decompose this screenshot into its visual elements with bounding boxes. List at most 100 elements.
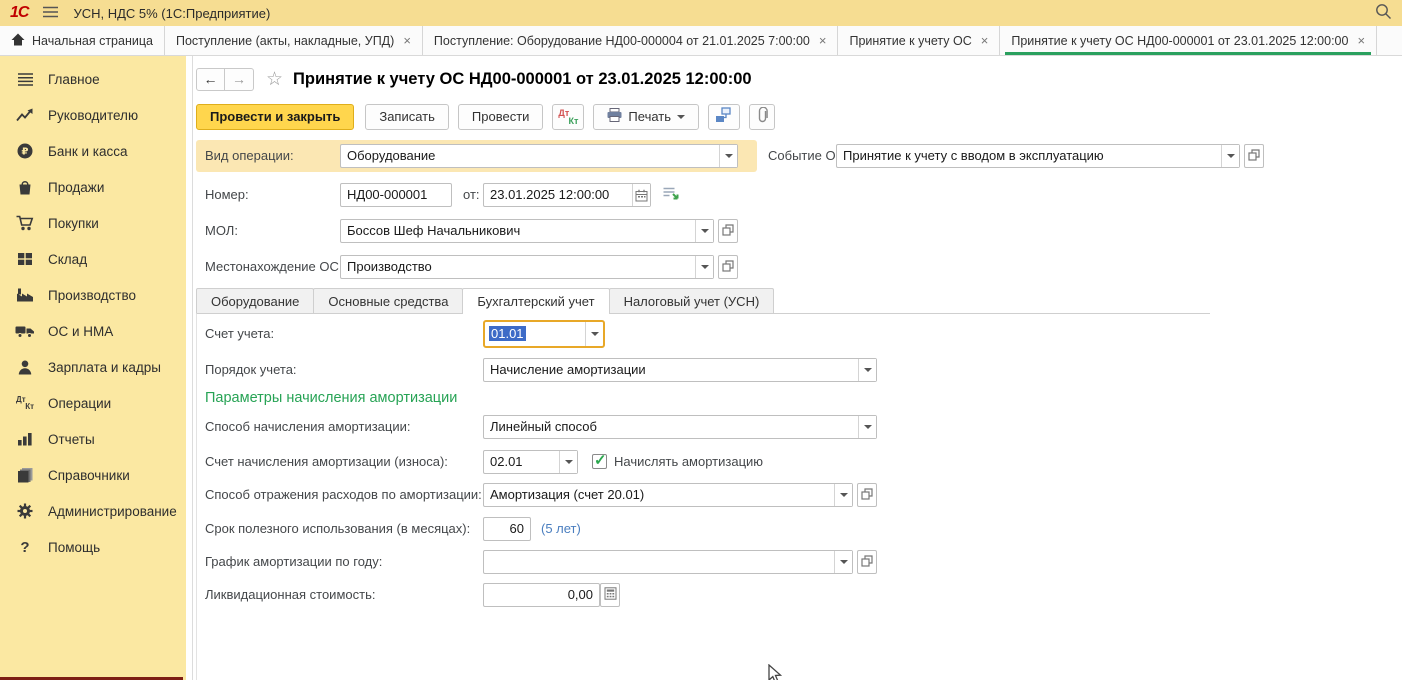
useful-life-hint: (5 лет) (541, 517, 581, 541)
dropdown-arrow-icon[interactable] (559, 451, 577, 473)
dropdown-arrow-icon[interactable] (834, 551, 852, 573)
operation-kind-combo[interactable]: Оборудование (340, 144, 738, 168)
close-icon[interactable]: × (1357, 33, 1365, 48)
dt-kt-icon: ДтКт (15, 395, 35, 411)
location-open-button[interactable] (718, 255, 738, 279)
sidebar-separator (192, 56, 193, 680)
close-icon[interactable]: × (819, 33, 827, 48)
tab-postuplenie-list[interactable]: Поступление (акты, накладные, УПД) × (165, 26, 423, 55)
sidebar-item-otchety[interactable]: Отчеты (0, 421, 186, 457)
os-event-open-button[interactable] (1244, 144, 1264, 168)
back-button[interactable]: ← (196, 68, 225, 91)
salvage-label: Ликвидационная стоимость: (205, 583, 375, 607)
expense-method-combo[interactable]: Амортизация (счет 20.01) (483, 483, 853, 507)
mouse-cursor (768, 664, 783, 680)
os-event-combo[interactable]: Принятие к учету с вводом в эксплуатацию (836, 144, 1240, 168)
sidebar-item-bank-kassa[interactable]: ₽ Банк и касса (0, 133, 186, 169)
tab-prinyatie-list[interactable]: Принятие к учету ОС × (838, 26, 1000, 55)
tab-buhgalterskiy-uchet[interactable]: Бухгалтерский учет (462, 288, 609, 314)
depreciation-section-title: Параметры начисления амортизации (205, 390, 457, 406)
tab-home[interactable]: Начальная страница (0, 26, 165, 55)
person-icon (15, 360, 35, 375)
salvage-calculator-button[interactable] (600, 583, 620, 607)
sidebar-item-os-nma[interactable]: ОС и НМА (0, 313, 186, 349)
sidebar-item-zarplata[interactable]: Зарплата и кадры (0, 349, 186, 385)
dt-kt-postings-button[interactable]: ДтКт (552, 104, 584, 130)
method-combo[interactable]: Линейный способ (483, 415, 877, 439)
account-value-selected: 01.01 (489, 326, 526, 341)
accrue-depreciation-checkbox[interactable]: ✓ (592, 454, 607, 469)
attachments-button[interactable] (749, 104, 775, 130)
main-menu-icon[interactable] (42, 6, 59, 21)
mol-combo[interactable]: Боссов Шеф Начальникович (340, 219, 714, 243)
dropdown-arrow-icon[interactable] (719, 145, 737, 167)
tab-label: Поступление: Оборудование НД00-000004 от… (434, 34, 810, 48)
sidebar-item-pomosch[interactable]: ? Помощь (0, 529, 186, 565)
truck-icon (15, 324, 35, 338)
sidebar-item-glavnoe[interactable]: Главное (0, 61, 186, 97)
tab-label: Начальная страница (32, 34, 153, 48)
tab-prinyatie-doc-active[interactable]: Принятие к учету ОС НД00-000001 от 23.01… (1000, 26, 1377, 55)
accrue-depreciation-label[interactable]: Начислять амортизацию (614, 454, 763, 469)
date-input[interactable]: 23.01.2025 12:00:00 (483, 183, 651, 207)
dropdown-arrow-icon[interactable] (695, 256, 713, 278)
tab-oborudovanie[interactable]: Оборудование (196, 288, 314, 314)
dropdown-arrow-icon[interactable] (858, 416, 876, 438)
account-combo[interactable]: 01.01 (483, 320, 605, 348)
dropdown-arrow-icon[interactable] (1221, 145, 1239, 167)
tab-postuplenie-doc[interactable]: Поступление: Оборудование НД00-000004 от… (423, 26, 839, 55)
tab-label: Принятие к учету ОС НД00-000001 от 23.01… (1011, 34, 1348, 48)
schedule-combo[interactable] (483, 550, 853, 574)
open-link-icon (861, 488, 873, 503)
printer-icon (607, 108, 622, 125)
dropdown-arrow-icon[interactable] (834, 484, 852, 506)
document-structure-button[interactable] (708, 104, 740, 130)
forward-button[interactable]: → (225, 68, 254, 91)
tab-label: Принятие к учету ОС (849, 34, 971, 48)
sidebar: Главное Руководителю ₽ Банк и касса Прод… (0, 56, 186, 680)
close-icon[interactable]: × (403, 33, 411, 48)
expense-method-open-button[interactable] (857, 483, 877, 507)
sidebar-item-sklad[interactable]: Склад (0, 241, 186, 277)
sidebar-item-administrirovanie[interactable]: Администрирование (0, 493, 186, 529)
schedule-open-button[interactable] (857, 550, 877, 574)
dropdown-arrow-icon[interactable] (585, 322, 603, 346)
tab-osnovnye-sredstva[interactable]: Основные средства (313, 288, 463, 314)
favorite-star-icon[interactable]: ☆ (266, 68, 283, 91)
dropdown-arrow-icon[interactable] (858, 359, 876, 381)
print-button[interactable]: Печать (593, 104, 699, 130)
calendar-icon[interactable] (632, 184, 650, 206)
sidebar-item-operacii[interactable]: ДтКт Операции (0, 385, 186, 421)
save-button[interactable]: Записать (365, 104, 449, 130)
sidebar-item-proizvodstvo[interactable]: Производство (0, 277, 186, 313)
useful-life-label: Срок полезного использования (в месяцах)… (205, 517, 470, 541)
post-and-close-button[interactable]: Провести и закрыть (196, 104, 354, 130)
window-titlebar: 1С УСН, НДС 5% (1С:Предприятие) (0, 0, 1402, 26)
books-icon (15, 467, 35, 483)
operation-kind-label: Вид операции: (205, 144, 294, 168)
sidebar-item-rukovoditelyu[interactable]: Руководителю (0, 97, 186, 133)
salvage-input[interactable]: 0,00 (483, 583, 600, 607)
question-mark-icon: ? (15, 539, 35, 556)
structure-icon (715, 107, 733, 126)
bar-chart-icon (15, 432, 35, 446)
depr-account-combo[interactable]: 02.01 (483, 450, 578, 474)
number-input[interactable]: НД00-000001 (340, 183, 452, 207)
mol-open-button[interactable] (718, 219, 738, 243)
post-button[interactable]: Провести (458, 104, 544, 130)
sidebar-item-pokupki[interactable]: Покупки (0, 205, 186, 241)
form-title: Принятие к учету ОС НД00-000001 от 23.01… (293, 70, 752, 89)
shopping-cart-icon (15, 215, 35, 231)
order-combo[interactable]: Начисление амортизации (483, 358, 877, 382)
tab-nalogovyy-uchet[interactable]: Налоговый учет (УСН) (609, 288, 775, 314)
close-icon[interactable]: × (981, 33, 989, 48)
sidebar-item-spravochniki[interactable]: Справочники (0, 457, 186, 493)
mol-label: МОЛ: (205, 219, 238, 243)
sidebar-item-prodazhi[interactable]: Продажи (0, 169, 186, 205)
useful-life-input[interactable]: 60 (483, 517, 531, 541)
search-icon[interactable] (1375, 3, 1392, 23)
location-combo[interactable]: Производство (340, 255, 714, 279)
dropdown-arrow-icon[interactable] (695, 220, 713, 242)
method-label: Способ начисления амортизации: (205, 415, 411, 439)
set-current-date-icon[interactable] (662, 186, 680, 206)
